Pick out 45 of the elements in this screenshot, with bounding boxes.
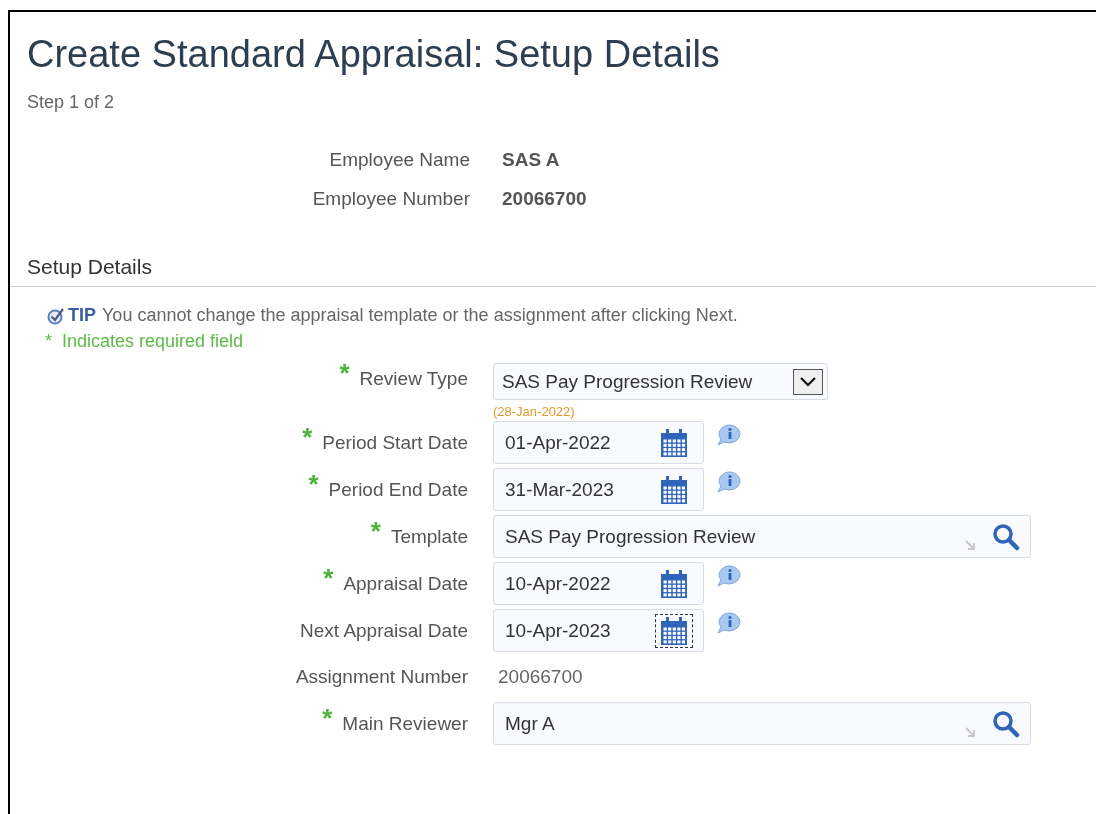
required-asterisk: *: [308, 475, 319, 493]
required-asterisk: *: [339, 364, 350, 382]
field-label: Employee Number: [311, 187, 470, 211]
lookup-field[interactable]: Mgr A: [493, 702, 1031, 745]
info-icon[interactable]: [716, 611, 744, 635]
required-asterisk: *: [370, 522, 381, 540]
field-value: 20066700: [497, 665, 584, 689]
review-type-select[interactable]: SAS Pay Progression Review: [493, 363, 828, 400]
field-label: Employee Name: [328, 148, 470, 172]
page-title: Create Standard Appraisal: Setup Details: [27, 32, 721, 76]
date-field[interactable]: 31-Mar-2023: [493, 468, 704, 511]
calendar-icon[interactable]: [655, 613, 693, 648]
date-field[interactable]: 10-Apr-2022: [493, 562, 704, 605]
field-value: 20066700: [502, 187, 588, 211]
required-mark: *: [45, 331, 52, 352]
info-icon[interactable]: [716, 423, 744, 447]
step-indicator: Step 1 of 2: [27, 92, 116, 113]
field-label: Template: [390, 526, 468, 548]
dropdown-icon[interactable]: [793, 368, 823, 395]
search-icon[interactable]: [992, 522, 1020, 551]
info-icon[interactable]: [716, 470, 744, 494]
required-note: Indicates required field: [62, 331, 244, 352]
required-asterisk: *: [302, 428, 313, 446]
lookup-field[interactable]: SAS Pay Progression Review: [493, 515, 1031, 558]
field-label: Next Appraisal Date: [300, 620, 468, 642]
date-field[interactable]: 01-Apr-2022: [493, 421, 704, 464]
info-icon[interactable]: [716, 564, 744, 588]
search-icon[interactable]: [992, 709, 1020, 738]
field-value: SAS A: [502, 148, 561, 172]
resize-arrow-icon: [964, 725, 976, 738]
field-label: Period Start Date: [322, 432, 468, 454]
resize-arrow-icon: [964, 538, 976, 551]
required-asterisk: *: [323, 569, 334, 587]
section-title: Setup Details: [27, 255, 152, 278]
field-label: Period End Date: [328, 479, 468, 501]
checkmark-icon: [47, 306, 65, 325]
field-label: Assignment Number: [295, 666, 468, 688]
field-label: Review Type: [359, 368, 468, 390]
date-hint: (28-Jan-2022): [493, 404, 576, 419]
tip-label: TIP: [68, 305, 96, 326]
required-asterisk: *: [322, 709, 333, 727]
field-label: Main Reviewer: [342, 713, 468, 735]
date-field[interactable]: 10-Apr-2023: [493, 609, 704, 652]
field-label: Appraisal Date: [343, 573, 468, 595]
tip-text: You cannot change the appraisal template or the assignment after clicking Next.: [102, 305, 738, 326]
